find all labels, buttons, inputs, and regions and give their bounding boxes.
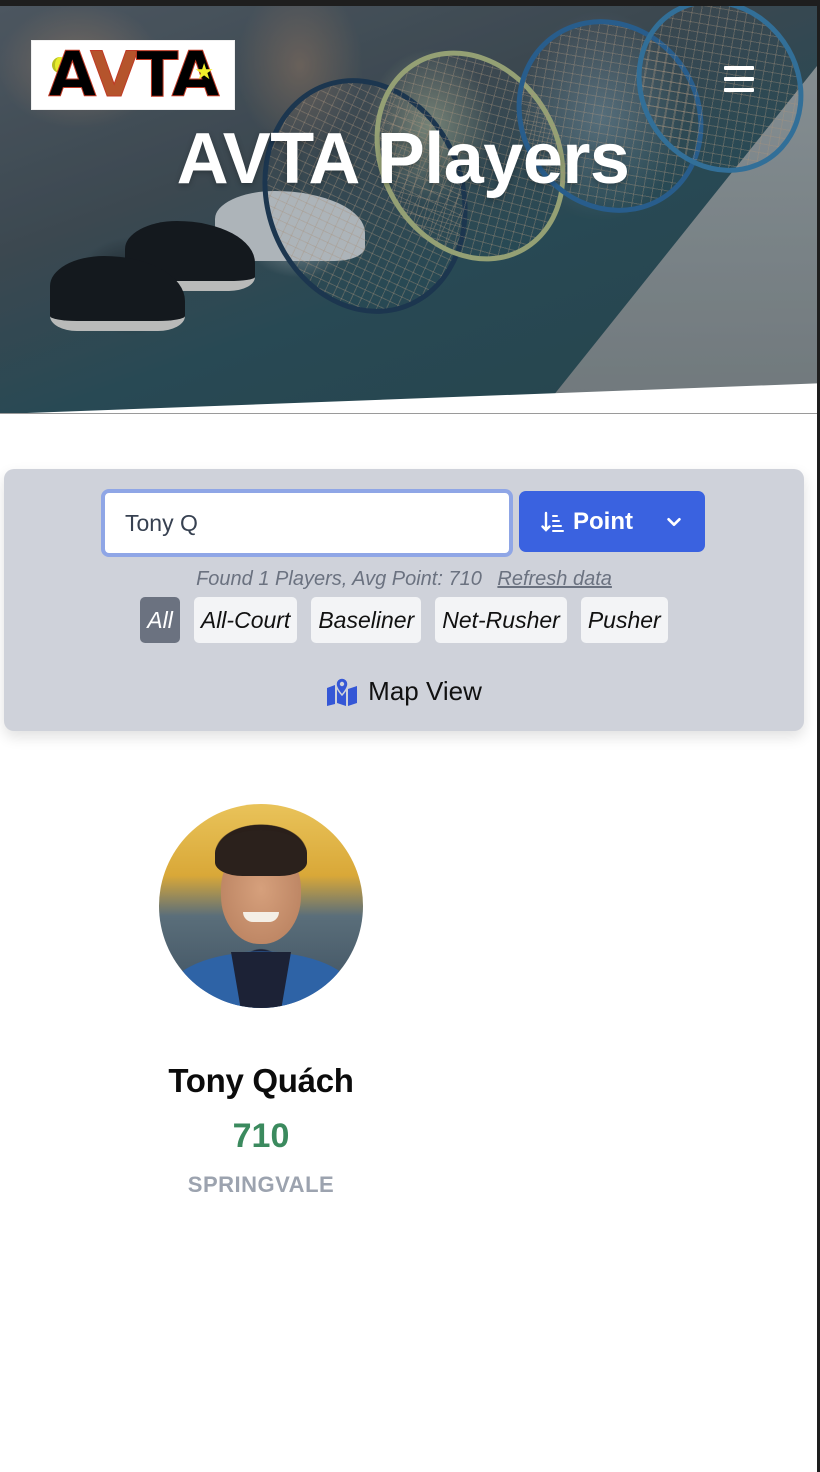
hamburger-menu-button[interactable] [723, 64, 755, 94]
player-club: SPRINGVALE [187, 1172, 335, 1197]
player-search-input[interactable] [101, 489, 513, 557]
sort-label: Point [573, 507, 633, 535]
avatar-shirt [231, 952, 291, 1008]
avatar-hair [215, 830, 307, 876]
logo-letter-t: T [136, 38, 175, 111]
chip-all-court[interactable]: All-Court [193, 597, 298, 643]
sort-dropdown-button[interactable]: Point [519, 491, 705, 552]
hero-divider-line [0, 413, 817, 414]
hamburger-menu-icon-bar [724, 66, 754, 70]
refresh-data-link[interactable]: Refresh data [497, 568, 612, 590]
chip-net-rusher[interactable]: Net-Rusher [435, 597, 567, 643]
star-icon: ★ [194, 59, 214, 84]
results-count-text: Found 1 Players, Avg Point: 710 [196, 568, 482, 590]
logo-text: AVTA [48, 43, 220, 106]
player-name: Tony Quách [168, 1062, 354, 1099]
chip-all[interactable]: All [140, 597, 180, 643]
map-location-icon [327, 677, 358, 706]
map-view-label: Map View [368, 676, 482, 706]
page-title: AVTA Players [176, 119, 630, 199]
avta-logo[interactable]: AVTA ★ [31, 40, 235, 110]
chevron-down-icon [667, 517, 681, 526]
filter-panel: Point Found 1 Players, Avg Point: 710 Re… [4, 469, 804, 731]
hero-banner: AVTA ★ AVTA Players [0, 6, 817, 414]
logo-letter-a: A [48, 38, 93, 111]
avatar-smile [243, 912, 279, 922]
map-view-button[interactable]: Map View [4, 676, 804, 707]
chip-baseliner[interactable]: Baseliner [311, 597, 422, 643]
player-card[interactable]: Tony Quách 710 SPRINGVALE [120, 804, 402, 1204]
results-summary: Found 1 Players, Avg Point: 710 Refresh … [4, 568, 804, 591]
app-frame: AVTA ★ AVTA Players Point Found 1 Player… [0, 0, 820, 1472]
hamburger-menu-icon-bar [724, 77, 754, 81]
logo-letter-v: V [90, 38, 139, 111]
hamburger-menu-icon-bar [724, 88, 754, 92]
player-avatar [159, 804, 363, 1008]
chip-pusher[interactable]: Pusher [580, 597, 668, 643]
player-points: 710 [232, 1117, 290, 1155]
sort-descending-icon [541, 511, 564, 532]
play-style-filter: All All-Court Baseliner Net-Rusher Pushe… [4, 597, 804, 643]
